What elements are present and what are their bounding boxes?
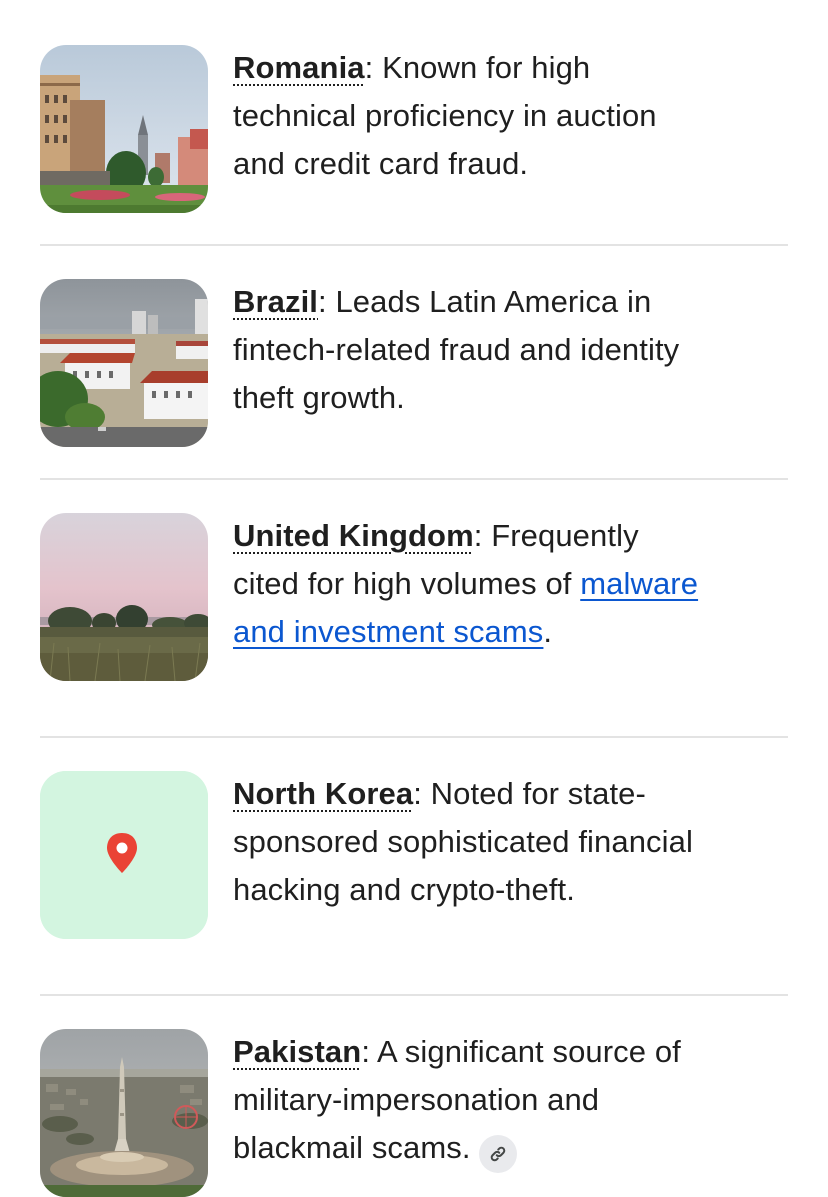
- monument-photo: [40, 1029, 208, 1197]
- country-link-united-kingdom[interactable]: United Kingdom: [233, 518, 474, 553]
- city-buildings-photo: [40, 279, 208, 447]
- country-list: Romania: Known for high technical profic…: [40, 0, 788, 1197]
- list-item: Pakistan: A significant source of milita…: [40, 996, 788, 1197]
- list-item: Brazil: Leads Latin America in fintech-r…: [40, 246, 788, 480]
- item-text: Brazil: Leads Latin America in fintech-r…: [233, 284, 680, 415]
- romania-thumbnail[interactable]: [40, 45, 208, 213]
- sunset-field-photo: [40, 513, 208, 681]
- north-korea-thumbnail[interactable]: [40, 771, 208, 939]
- uk-thumbnail[interactable]: [40, 513, 208, 681]
- item-text: North Korea: Noted for state-sponsored s…: [233, 776, 693, 907]
- country-link-pakistan[interactable]: Pakistan: [233, 1034, 361, 1069]
- map-pin-icon: [40, 771, 208, 939]
- country-link-romania[interactable]: Romania: [233, 50, 365, 85]
- item-text: Romania: Known for high technical profic…: [233, 50, 657, 181]
- list-item: United Kingdom: Frequently cited for hig…: [40, 480, 788, 738]
- country-link-brazil[interactable]: Brazil: [233, 284, 318, 319]
- item-text: United Kingdom: Frequently cited for hig…: [233, 518, 699, 649]
- link-icon: [490, 1146, 505, 1162]
- country-link-north-korea[interactable]: North Korea: [233, 776, 413, 811]
- list-item: North Korea: Noted for state-sponsored s…: [40, 738, 788, 996]
- city-square-photo: [40, 45, 208, 213]
- pakistan-thumbnail[interactable]: [40, 1029, 208, 1197]
- item-text: Pakistan: A significant source of milita…: [233, 1028, 713, 1173]
- source-link-button[interactable]: [478, 1135, 517, 1173]
- brazil-thumbnail[interactable]: [40, 279, 208, 447]
- list-item: Romania: Known for high technical profic…: [40, 0, 788, 246]
